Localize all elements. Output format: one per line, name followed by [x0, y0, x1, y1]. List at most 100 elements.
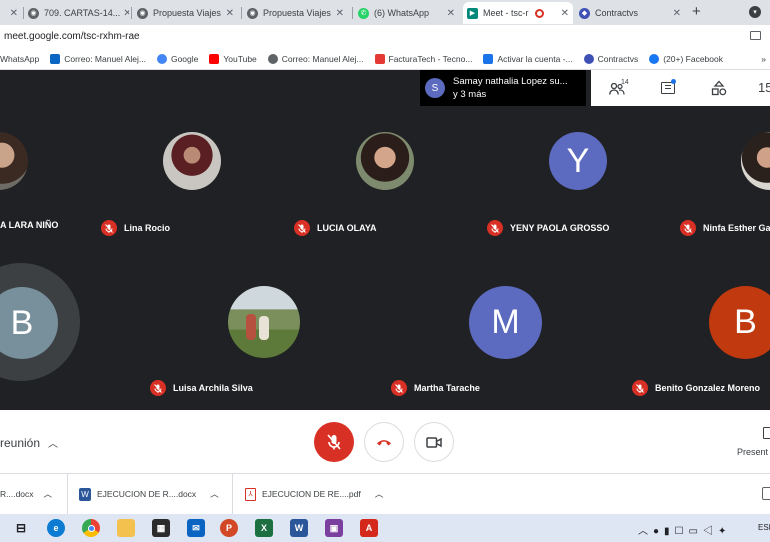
word-doc-icon: W — [79, 487, 91, 501]
camera-toggle-button[interactable] — [414, 422, 454, 462]
globe-icon: ◉ — [247, 7, 258, 19]
mic-off-icon — [150, 380, 166, 396]
file-explorer-icon[interactable] — [117, 519, 135, 537]
tab-close-icon[interactable]: ✕ — [120, 8, 129, 19]
participant-photo — [741, 132, 770, 190]
participant-avatar: Y — [549, 132, 607, 190]
app-icon[interactable]: ▣ — [325, 519, 343, 537]
download-item[interactable]: ⅄ EJECUCION DE RE....pdf ︿ — [245, 474, 405, 514]
leave-call-button[interactable] — [364, 422, 404, 462]
tab-label: Meet - tsc-r — [483, 8, 529, 18]
tab-0[interactable]: ✕ — [0, 2, 22, 24]
bookmark-label: Google — [170, 53, 199, 64]
avatar: S — [425, 78, 445, 98]
address-bar[interactable]: meet.google.com/tsc-rxhm-rae — [0, 25, 770, 48]
bookmark-label: (20+) Facebook — [663, 53, 723, 64]
bookmark-label: Contractvs — [597, 53, 639, 64]
tab-propuesta-2[interactable]: ◉ Propuesta Viajes ✕ — [243, 2, 348, 24]
tab-contractvs[interactable]: ◆ Contractvs ✕ — [575, 2, 685, 24]
participant-name: A LARA NIÑO — [0, 220, 59, 230]
tab-label: (6) WhatsApp — [374, 8, 430, 18]
participant-name: Lina Rocio — [124, 223, 171, 233]
meeting-details-button[interactable]: reunión ︿ — [0, 435, 58, 451]
tab-close-icon[interactable]: ✕ — [7, 8, 18, 19]
tab-close-icon[interactable]: ✕ — [558, 8, 569, 19]
participant-avatar: M — [469, 286, 542, 359]
tab-search-icon[interactable]: ▾ — [749, 6, 761, 18]
participant-photo — [356, 132, 414, 190]
meet-icon: ▶ — [467, 7, 478, 19]
people-count: 14 — [621, 79, 629, 86]
participant-name-label: A LARA NIÑO — [0, 220, 58, 230]
mic-off-icon — [294, 220, 310, 236]
participant-name: YENY PAOLA GROSSO — [510, 223, 610, 233]
participant-name-label: Lina Rocio — [101, 220, 170, 236]
more-bookmarks-button[interactable]: » — [761, 54, 766, 64]
participant-photo — [163, 132, 221, 190]
cast-icon[interactable] — [750, 31, 761, 40]
tab-meet[interactable]: ▶ Meet - tsc-r ✕ — [463, 2, 573, 24]
bookmark-google[interactable]: Google — [156, 53, 199, 64]
end-call-icon — [377, 440, 391, 446]
tab-close-icon[interactable]: ✕ — [333, 8, 344, 19]
presenter-toast[interactable]: S Samay nathalia Lopez su... y 3 más — [420, 70, 586, 106]
globe-icon — [267, 53, 278, 64]
store-icon[interactable]: ▦ — [152, 519, 170, 537]
system-tray-icons[interactable]: ︿●▮☐▭◁✦ — [638, 522, 731, 537]
participant-name: Benito Gonzalez Moreno — [655, 383, 761, 393]
chevron-up-icon[interactable]: ︿ — [44, 488, 53, 500]
tab-close-icon[interactable]: ✕ — [670, 8, 681, 19]
meet-grid: S Samay nathalia Lopez su... y 3 más 14 … — [0, 70, 770, 410]
bookmark-facebook[interactable]: (20+) Facebook — [649, 53, 723, 64]
pdf-icon: ⅄ — [245, 487, 256, 501]
new-tab-button[interactable]: + — [692, 3, 701, 20]
bookmark-label: Correo: Manuel Alej... — [64, 53, 146, 64]
chat-notification-dot — [671, 79, 676, 84]
download-label: EJECUCION DE RE....pdf — [262, 489, 361, 499]
present-label[interactable]: Present — [737, 447, 768, 457]
bookmark-youtube[interactable]: YouTube — [209, 53, 257, 64]
language-indicator[interactable]: ESI — [758, 523, 770, 532]
present-icon[interactable] — [763, 427, 770, 439]
mic-off-icon — [487, 220, 503, 236]
tab-close-icon[interactable]: ✕ — [444, 8, 455, 19]
participant-name: Luisa Archila Silva — [173, 383, 253, 393]
bookmark-correo-1[interactable]: Correo: Manuel Alej... — [50, 53, 146, 64]
bookmark-label: Activar la cuenta -... — [497, 53, 573, 64]
mic-toggle-button[interactable] — [314, 422, 354, 462]
download-item[interactable]: W EJECUCION DE R....docx ︿ — [79, 474, 233, 514]
url-text[interactable]: meet.google.com/tsc-rxhm-rae — [4, 31, 140, 42]
tab-cartas[interactable]: ◉ 709. CARTAS-14... ✕ — [24, 2, 129, 24]
chevron-up-icon[interactable]: ︿ — [210, 488, 219, 500]
globe-icon: ◉ — [137, 7, 148, 19]
participant-name-label: YENY PAOLA GROSSO — [487, 220, 609, 236]
tab-close-icon[interactable]: ✕ — [223, 8, 234, 19]
participant-avatar: B — [709, 286, 770, 359]
tab-propuesta-1[interactable]: ◉ Propuesta Viajes ✕ — [133, 2, 238, 24]
edge-icon[interactable]: e — [47, 519, 65, 537]
mic-off-icon — [632, 380, 648, 396]
participant-photo — [228, 286, 300, 358]
mail-icon[interactable]: ✉ — [187, 519, 205, 537]
downloads-bar: R....docx ︿ W EJECUCION DE R....docx ︿ ⅄… — [0, 473, 770, 514]
bookmark-facturatech[interactable]: FacturaTech - Tecno... — [374, 53, 472, 64]
chrome-icon[interactable] — [82, 519, 100, 537]
tab-label: Propuesta Viajes — [153, 8, 221, 18]
bookmark-contractvs[interactable]: Contractvs — [583, 53, 639, 64]
task-view-icon[interactable]: ⊟ — [12, 519, 30, 537]
word-icon[interactable]: W — [290, 519, 308, 537]
contractvs-icon — [583, 53, 594, 64]
powerpoint-icon[interactable]: P — [220, 519, 238, 537]
chevron-up-icon[interactable]: ︿ — [375, 488, 384, 500]
bookmark-activar[interactable]: Activar la cuenta -... — [483, 53, 573, 64]
bookmark-label: YouTube — [223, 53, 257, 64]
activities-icon[interactable] — [711, 80, 727, 96]
excel-icon[interactable]: X — [255, 519, 273, 537]
download-item[interactable]: R....docx ︿ — [0, 474, 68, 514]
bookmark-correo-2[interactable]: Correo: Manuel Alej... — [267, 53, 364, 64]
tab-whatsapp[interactable]: ✆ (6) WhatsApp ✕ — [354, 2, 459, 24]
bookmark-whatsapp[interactable]: WhatsApp — [0, 54, 39, 64]
downloads-panel-icon[interactable] — [762, 487, 770, 500]
acrobat-icon[interactable]: A — [360, 519, 378, 537]
participant-count-partial: 15 — [758, 80, 770, 95]
